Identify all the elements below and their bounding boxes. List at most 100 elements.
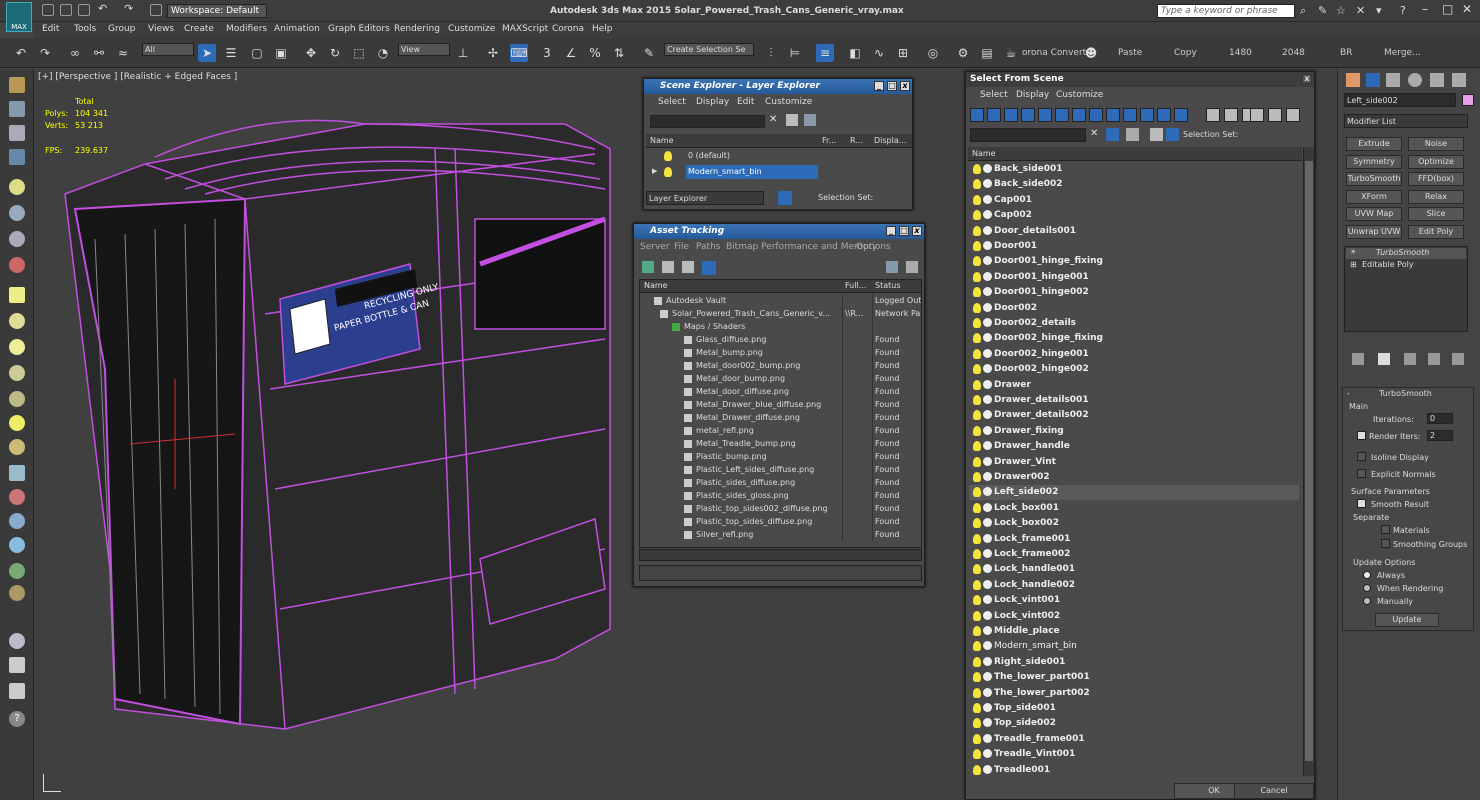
- rendered-frame-icon[interactable]: ▤: [978, 44, 996, 62]
- bulb-icon[interactable]: [973, 656, 981, 667]
- bulb-icon[interactable]: [973, 564, 981, 575]
- modify-icon[interactable]: [9, 101, 25, 117]
- create-tab-icon[interactable]: [1346, 73, 1360, 87]
- at-menu-server[interactable]: Server: [640, 242, 670, 252]
- sphere-icon[interactable]: [9, 313, 25, 329]
- maximize-icon[interactable]: □: [1442, 2, 1453, 16]
- asset-row[interactable]: Plastic_Left_sides_diffuse.png Found: [640, 463, 921, 476]
- bulb-icon[interactable]: [973, 626, 981, 636]
- move-icon[interactable]: ✥: [302, 44, 320, 62]
- hair-icon[interactable]: [9, 563, 25, 579]
- object-list-item[interactable]: Lock_vint001: [969, 593, 1299, 608]
- asset-row[interactable]: Metal_bump.png Found: [640, 346, 921, 359]
- expand-plus-icon[interactable]: ⊞: [1350, 260, 1357, 269]
- object-list-item[interactable]: Lock_frame001: [969, 532, 1299, 547]
- height-value[interactable]: 2048: [1282, 48, 1305, 58]
- percent-snap-icon[interactable]: %: [586, 44, 604, 62]
- update-button[interactable]: Update: [1375, 613, 1439, 627]
- spacewarp-icon[interactable]: [9, 257, 25, 273]
- modifier-button-extrude[interactable]: Extrude: [1346, 137, 1402, 151]
- search-input[interactable]: Type a keyword or phrase: [1157, 4, 1295, 18]
- configure-sets-icon[interactable]: [1452, 353, 1464, 365]
- at-col-full[interactable]: Full...: [845, 281, 866, 290]
- object-list-item[interactable]: Door002_hinge002: [969, 362, 1299, 377]
- scale-icon[interactable]: ⬚: [350, 44, 368, 62]
- minimize-icon[interactable]: –: [1422, 2, 1428, 16]
- bulb-icon[interactable]: [973, 287, 981, 298]
- bulb-icon[interactable]: [973, 718, 981, 729]
- dynamics-icon[interactable]: [9, 489, 25, 505]
- at-menu-bitmap[interactable]: Bitmap Performance and Memory: [726, 242, 877, 252]
- pin-stack-icon[interactable]: [1352, 353, 1364, 365]
- maximize-icon[interactable]: □: [887, 81, 897, 91]
- rotate-icon[interactable]: ↻: [326, 44, 344, 62]
- material-editor-icon[interactable]: ◎: [924, 44, 942, 62]
- when-rendering-radio[interactable]: [1363, 584, 1371, 592]
- maximize-icon[interactable]: □: [899, 226, 909, 236]
- object-list-item[interactable]: Modern_smart_bin: [969, 639, 1299, 654]
- menu-help[interactable]: Help: [592, 24, 613, 34]
- refresh-icon[interactable]: [642, 261, 654, 273]
- se-col-render[interactable]: R...: [850, 136, 863, 145]
- pivot-icon[interactable]: ⊥: [454, 44, 472, 62]
- modifier-list-dropdown[interactable]: Modifier List: [1344, 114, 1468, 128]
- clear-search-icon[interactable]: ✕: [1090, 128, 1098, 139]
- modifier-button-unwrap-uvw[interactable]: Unwrap UVW: [1346, 224, 1402, 239]
- select-all-icon[interactable]: [1206, 108, 1220, 122]
- tools-icon[interactable]: ✎: [1318, 4, 1327, 17]
- object-list-item[interactable]: Middle_place: [969, 624, 1299, 639]
- torus-icon[interactable]: [9, 439, 25, 455]
- sun-icon[interactable]: [9, 415, 25, 431]
- bulb-icon[interactable]: [973, 595, 981, 606]
- list-view-icon[interactable]: [662, 261, 674, 273]
- bulb-icon[interactable]: [973, 225, 981, 236]
- bulb-icon[interactable]: [973, 194, 981, 205]
- bulb-icon[interactable]: [973, 410, 981, 421]
- frozen-filter-icon[interactable]: [1157, 108, 1171, 122]
- object-list-item[interactable]: Treadle_Vint001: [969, 747, 1299, 762]
- modifier-button-ffd-box-[interactable]: FFD(box): [1408, 172, 1464, 186]
- cancel-button[interactable]: Cancel: [1234, 783, 1314, 799]
- object-list-item[interactable]: Drawer002: [969, 470, 1299, 485]
- place-icon[interactable]: ◔: [374, 44, 392, 62]
- layer-mode-icon[interactable]: [778, 191, 792, 205]
- scrollbar-thumb[interactable]: [1305, 161, 1313, 761]
- asset-row[interactable]: Plastic_sides_gloss.png Found: [640, 489, 921, 502]
- unlink-icon[interactable]: ⚯: [90, 44, 108, 62]
- menu-corona[interactable]: Corona: [552, 24, 584, 34]
- filter-funnel-icon[interactable]: [1250, 108, 1264, 122]
- asset-row[interactable]: Metal_Treadle_bump.png Found: [640, 437, 921, 450]
- modifier-button-symmetry[interactable]: Symmetry: [1346, 154, 1402, 169]
- selection-filter-dropdown[interactable]: All: [142, 43, 194, 56]
- object-name-field[interactable]: Left_side002: [1344, 93, 1456, 107]
- asset-row[interactable]: Metal_door_bump.png Found: [640, 372, 921, 385]
- bulb-icon[interactable]: [973, 441, 981, 452]
- object-list-item[interactable]: Lock_handle002: [969, 578, 1299, 593]
- se-col-display[interactable]: Displa...: [874, 136, 906, 145]
- settings-icon[interactable]: [906, 261, 918, 273]
- modifier-button-optimize[interactable]: Optimize: [1408, 154, 1464, 169]
- object-list-item[interactable]: Treadle001: [969, 763, 1299, 776]
- bulb-icon[interactable]: [973, 764, 981, 775]
- hierarchy-tab-icon[interactable]: [1386, 73, 1400, 87]
- object-list-item[interactable]: Door002_details: [969, 316, 1299, 331]
- menu-maxscript[interactable]: MAXScript: [502, 24, 548, 34]
- object-list-item[interactable]: Drawer: [969, 378, 1299, 393]
- object-list-item[interactable]: Cap002: [969, 208, 1299, 223]
- options-icon[interactable]: [804, 114, 816, 126]
- redo-icon[interactable]: ↷: [124, 2, 136, 15]
- xrefs-filter-icon[interactable]: [1106, 108, 1120, 122]
- project-folder-icon[interactable]: [150, 4, 162, 16]
- layers-icon[interactable]: [1150, 128, 1163, 141]
- se-menu-edit[interactable]: Edit: [737, 97, 754, 107]
- ref-coord-dropdown[interactable]: View: [398, 43, 450, 56]
- asset-row[interactable]: Maps / Shaders: [640, 320, 921, 333]
- spacewarps-filter-icon[interactable]: [1072, 108, 1086, 122]
- utilities-tab-icon[interactable]: [1452, 73, 1466, 87]
- asset-row[interactable]: Plastic_sides_diffuse.png Found: [640, 476, 921, 489]
- object-list-item[interactable]: Door_details001: [969, 224, 1299, 239]
- open-file-icon[interactable]: [60, 4, 72, 16]
- close-icon[interactable]: x: [1302, 74, 1312, 84]
- object-list-item[interactable]: Door001_hinge_fixing: [969, 254, 1299, 269]
- bulb-icon[interactable]: [973, 533, 981, 544]
